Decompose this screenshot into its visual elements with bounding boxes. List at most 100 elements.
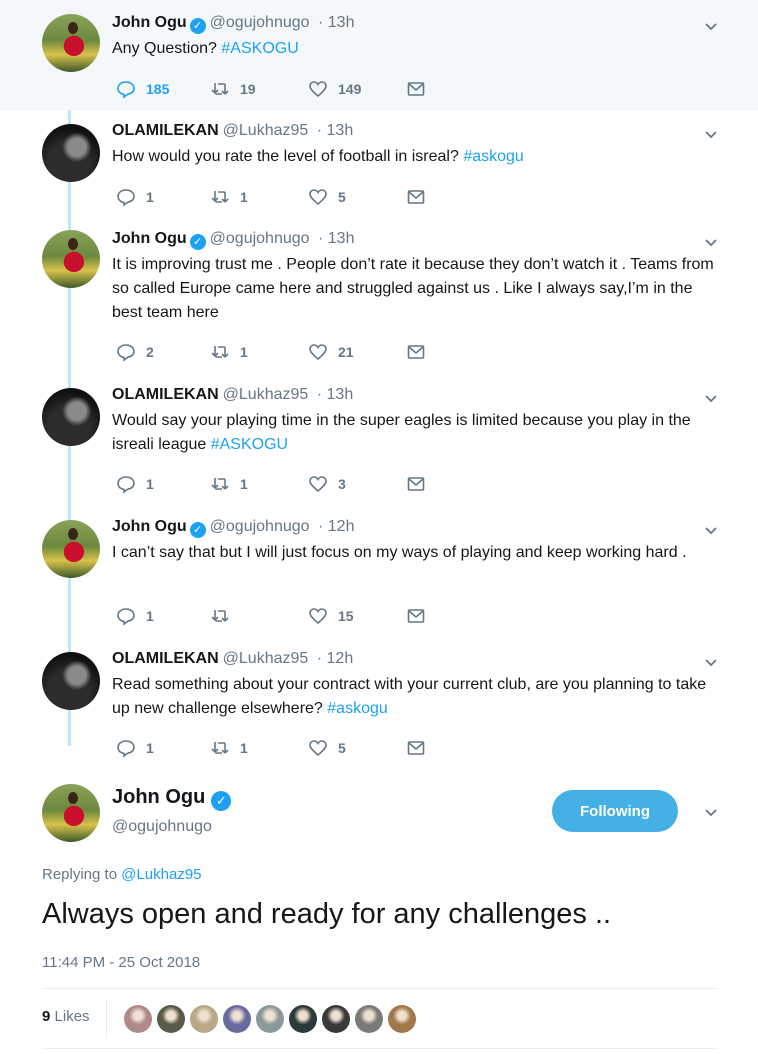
avatar[interactable] (42, 14, 100, 72)
main-author-name[interactable]: John Ogu ✓ (112, 786, 232, 811)
liker-avatar[interactable] (355, 1005, 383, 1033)
tweet-text: Would say your playing time in the super… (112, 409, 722, 457)
tweet[interactable]: OLAMILEKAN @Lukhaz95 · 13h Would say your… (0, 378, 758, 510)
tweet-timestamp[interactable]: 11:44 PM - 25 Oct 2018 (42, 954, 200, 971)
avatar[interactable] (42, 520, 100, 578)
chevron-down-icon[interactable] (704, 806, 718, 820)
author-handle[interactable]: @ogujohnugo (210, 230, 310, 247)
direct-message-button[interactable] (406, 341, 436, 363)
liker-avatar[interactable] (322, 1005, 350, 1033)
hashtag-link[interactable]: #ASKOGU (221, 40, 298, 57)
reply-button[interactable]: 1 (116, 737, 154, 759)
retweet-button[interactable]: 1 (210, 473, 248, 495)
heart-icon (309, 476, 327, 493)
tweet-time[interactable]: · 13h (317, 386, 353, 403)
reply-button[interactable]: 1 (116, 473, 154, 495)
avatar[interactable] (42, 388, 100, 446)
author-handle[interactable]: @Lukhaz95 (223, 650, 309, 667)
envelope-icon (407, 190, 425, 204)
tweet-time[interactable]: · 12h (318, 518, 354, 535)
author-name[interactable]: OLAMILEKAN (112, 650, 219, 667)
chevron-down-icon[interactable] (704, 656, 718, 670)
hashtag-link[interactable]: #askogu (327, 700, 388, 717)
direct-message-button[interactable] (406, 473, 436, 495)
liker-avatar[interactable] (223, 1005, 251, 1033)
hashtag-link[interactable]: #ASKOGU (211, 436, 288, 453)
tweet-time[interactable]: · 13h (318, 14, 354, 31)
chevron-down-icon[interactable] (704, 128, 718, 142)
retweet-button[interactable]: 1 (210, 737, 248, 759)
liker-avatar[interactable] (289, 1005, 317, 1033)
author-name[interactable]: John Ogu (112, 518, 187, 535)
envelope-icon (407, 477, 425, 491)
liker-avatar[interactable] (157, 1005, 185, 1033)
reply-count: 1 (146, 740, 154, 756)
reply-icon (117, 344, 135, 362)
author-name[interactable]: John Ogu (112, 14, 187, 31)
like-button[interactable]: 149 (308, 78, 361, 100)
divider (42, 1048, 718, 1049)
avatar[interactable] (42, 124, 100, 182)
avatar[interactable] (42, 652, 100, 710)
heart-icon (309, 608, 327, 625)
reply-button[interactable]: 185 (116, 78, 169, 100)
replying-to-link[interactable]: @Lukhaz95 (121, 866, 201, 883)
tweet-body: I can’t say that but I will just focus o… (112, 544, 687, 561)
reply-button[interactable]: 1 (116, 186, 154, 208)
tweet[interactable]: OLAMILEKAN @Lukhaz95 · 13h How would you … (0, 110, 758, 220)
reply-count: 1 (146, 476, 154, 492)
liker-avatar[interactable] (388, 1005, 416, 1033)
chevron-down-icon[interactable] (704, 236, 718, 250)
reply-icon (117, 476, 135, 494)
retweet-button[interactable] (210, 605, 240, 627)
tweet[interactable]: OLAMILEKAN @Lukhaz95 · 12h Read something… (0, 642, 758, 772)
main-author-handle[interactable]: @ogujohnugo (112, 818, 212, 836)
reply-button[interactable]: 2 (116, 341, 154, 363)
like-count: 149 (338, 81, 362, 97)
tweet[interactable]: John Ogu ✓ @ogujohnugo · 13h It is improvi… (0, 220, 758, 378)
author-name[interactable]: OLAMILEKAN (112, 386, 219, 403)
like-button[interactable]: 21 (308, 341, 354, 363)
hashtag-link[interactable]: #askogu (463, 148, 524, 165)
retweet-button[interactable]: 1 (210, 341, 248, 363)
author-handle[interactable]: @ogujohnugo (210, 518, 310, 535)
chevron-down-icon[interactable] (704, 20, 718, 34)
like-button[interactable]: 3 (308, 473, 346, 495)
reply-button[interactable]: 1 (116, 605, 154, 627)
like-button[interactable]: 5 (308, 737, 346, 759)
retweet-count: 19 (240, 81, 256, 97)
avatar[interactable] (42, 784, 100, 842)
retweet-icon (211, 83, 229, 95)
heart-icon (309, 189, 327, 206)
tweet[interactable]: John Ogu ✓ @ogujohnugo · 12h I can’t say t… (0, 510, 758, 642)
tweet-time[interactable]: · 13h (318, 230, 354, 247)
like-button[interactable]: 5 (308, 186, 346, 208)
tweet[interactable]: John Ogu ✓ @ogujohnugo · 13h Any Question?… (0, 0, 758, 110)
direct-message-button[interactable] (406, 78, 436, 100)
author-name[interactable]: John Ogu (112, 230, 187, 247)
direct-message-button[interactable] (406, 737, 436, 759)
tweet-actions: 1 1 5 (112, 186, 452, 208)
liker-avatar[interactable] (190, 1005, 218, 1033)
tweet-time[interactable]: · 12h (317, 650, 353, 667)
verified-icon: ✓ (189, 18, 206, 34)
like-button[interactable]: 15 (308, 605, 354, 627)
liker-avatar[interactable] (124, 1005, 152, 1033)
tweet-actions: 185 19 149 (112, 78, 452, 100)
likes-count-link[interactable]: 9 Likes (42, 1008, 90, 1025)
envelope-icon (407, 741, 425, 755)
avatar[interactable] (42, 230, 100, 288)
author-handle[interactable]: @ogujohnugo (210, 14, 310, 31)
retweet-button[interactable]: 1 (210, 186, 248, 208)
author-handle[interactable]: @Lukhaz95 (223, 122, 309, 139)
tweet-time[interactable]: · 13h (317, 122, 353, 139)
author-handle[interactable]: @Lukhaz95 (223, 386, 309, 403)
chevron-down-icon[interactable] (704, 524, 718, 538)
retweet-button[interactable]: 19 (210, 78, 256, 100)
author-name[interactable]: OLAMILEKAN (112, 122, 219, 139)
liker-avatar[interactable] (256, 1005, 284, 1033)
following-button[interactable]: Following (552, 790, 678, 832)
direct-message-button[interactable] (406, 605, 436, 627)
chevron-down-icon[interactable] (704, 392, 718, 406)
direct-message-button[interactable] (406, 186, 436, 208)
